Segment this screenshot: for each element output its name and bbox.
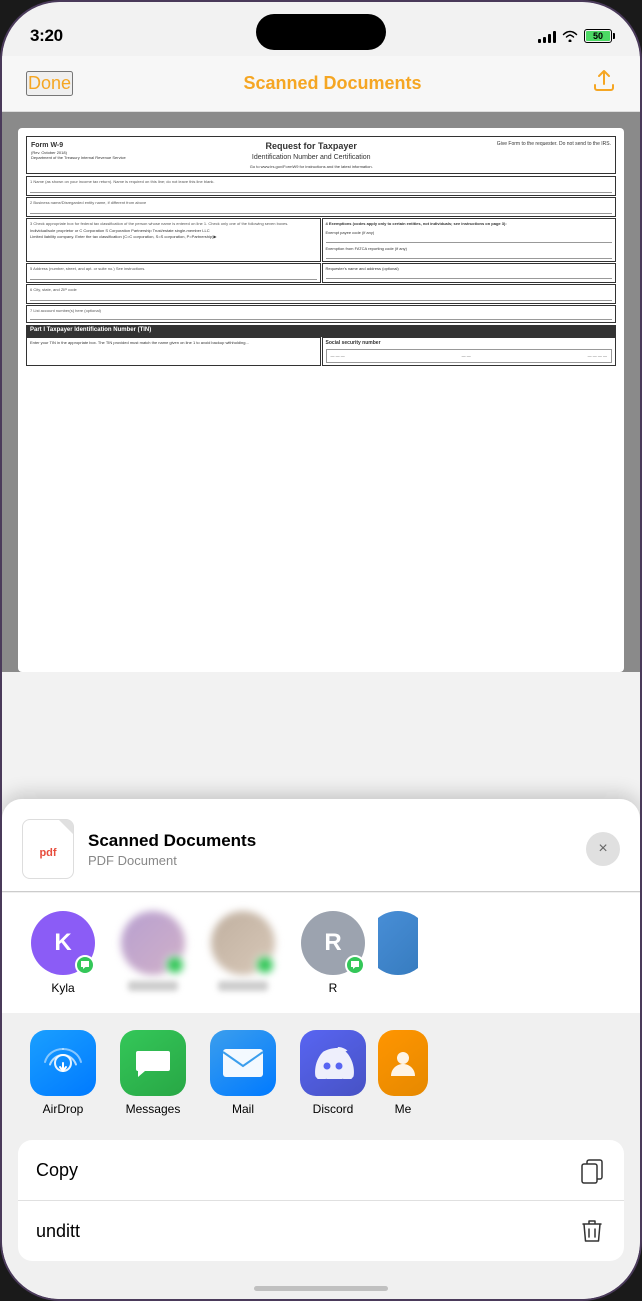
nav-title: Scanned Documents [243,73,421,94]
home-indicator-area [2,1269,640,1299]
messages-logo-icon [133,1043,173,1083]
copy-icon-svg [579,1156,605,1184]
contact-badge-r [345,955,365,975]
contact-avatar-blurred-2 [211,911,275,975]
contact-avatar-blurred-1 [121,911,185,975]
copy-icon [578,1156,606,1184]
w9-field1: 1 Name (as shown on your income tax retu… [26,176,616,196]
messages-label: Messages [126,1102,181,1116]
share-icon [592,69,616,93]
more-icon [378,1030,428,1096]
pdf-icon-fold [59,820,73,834]
me-logo-icon [388,1048,418,1078]
w9-field2: 2 Business name/Disregarded entity name,… [26,197,616,217]
contact-name-kyla: Kyla [51,981,74,995]
signal-bar-2 [543,37,546,43]
app-item-me[interactable]: Me [378,1030,428,1116]
airdrop-logo-icon [41,1041,85,1085]
contact-item-partial[interactable] [378,911,418,975]
battery-label: 50 [593,31,603,41]
w9-part1-content: Enter your TIN in the appropriate box. T… [26,337,616,367]
app-item-airdrop[interactable]: AirDrop [18,1030,108,1116]
contact-item-blurred-1[interactable] [108,911,198,991]
contact-name-r: R [329,981,338,995]
copy-label: Copy [36,1160,78,1181]
share-sheet: pdf Scanned Documents PDF Document × K [2,799,640,1299]
share-header: pdf Scanned Documents PDF Document × [2,799,640,892]
dynamic-island [256,14,386,50]
discord-label: Discord [313,1102,354,1116]
messages-icon [120,1030,186,1096]
contact-badge-blurred-1 [165,955,185,975]
document-area: Form W-9 (Rev. October 2018) Department … [2,112,640,672]
contact-badge-kyla [75,955,95,975]
discord-icon [300,1030,366,1096]
contact-badge-blurred-2 [255,955,275,975]
contacts-row: K Kyla [2,893,640,1013]
contact-avatar-partial [378,911,418,975]
messages-badge-icon [80,960,90,970]
status-icons: 50 [538,29,612,43]
phone-frame: 3:20 50 [0,0,642,1301]
delete-icon-svg [579,1217,605,1245]
signal-bars-icon [538,29,556,43]
share-doc-title: Scanned Documents [88,831,572,851]
me-label: Me [395,1102,412,1116]
battery-icon: 50 [584,29,612,43]
contact-item-r[interactable]: R R [288,911,378,995]
delete-label: unditt [36,1221,80,1242]
app-item-messages[interactable]: Messages [108,1030,198,1116]
contact-item-blurred-2[interactable] [198,911,288,991]
signal-bar-1 [538,39,541,43]
delete-icon [578,1217,606,1245]
apps-row: AirDrop Messages [2,1014,640,1132]
home-indicator [254,1286,388,1291]
signal-bar-4 [553,31,556,43]
airdrop-label: AirDrop [43,1102,84,1116]
share-close-button[interactable]: × [586,832,620,866]
app-item-discord[interactable]: Discord [288,1030,378,1116]
contact-name-blurred-2 [218,981,268,991]
w9-field7: 7 List account number(s) here (optional) [26,305,616,323]
status-time: 3:20 [30,26,63,46]
action-section: Copy unditt [18,1140,624,1261]
contact-item-kyla[interactable]: K Kyla [18,911,108,995]
signal-bar-3 [548,34,551,43]
battery-indicator: 50 [584,29,612,43]
contact-avatar-r: R [301,911,365,975]
discord-logo-icon [312,1047,354,1079]
done-button[interactable]: Done [26,71,73,96]
w9-field5-6: 5 Address (number, street, and apt. or s… [26,263,616,284]
nav-bar: Done Scanned Documents [2,56,640,112]
mail-logo-icon [221,1047,265,1079]
wifi-icon [562,30,578,42]
w9-field6: 6 City, state, and ZIP code [26,284,616,304]
contact-avatar-kyla: K [31,911,95,975]
airdrop-icon [30,1030,96,1096]
mail-label: Mail [232,1102,254,1116]
contact-name-blurred-1 [128,981,178,991]
w9-field3-area: 3 Check appropriate box for federal tax … [26,218,616,263]
share-doc-type: PDF Document [88,853,572,868]
pdf-icon: pdf [22,819,74,879]
w9-title-section: Request for Taxpayer Identification Numb… [250,141,373,169]
w9-document: Form W-9 (Rev. October 2018) Department … [18,128,624,672]
share-doc-info: Scanned Documents PDF Document [88,831,572,868]
mail-icon [210,1030,276,1096]
w9-form-label: Form W-9 (Rev. October 2018) Department … [31,141,126,160]
app-item-mail[interactable]: Mail [198,1030,288,1116]
delete-action-row[interactable]: unditt [18,1201,624,1261]
copy-action-row[interactable]: Copy [18,1140,624,1201]
phone-screen: 3:20 50 [2,2,640,1299]
w9-part1-header: Part I Taxpayer Identification Number (T… [26,325,616,337]
share-button[interactable] [592,69,616,98]
messages-badge-r-icon [350,960,360,970]
w9-header: Form W-9 (Rev. October 2018) Department … [26,136,616,174]
